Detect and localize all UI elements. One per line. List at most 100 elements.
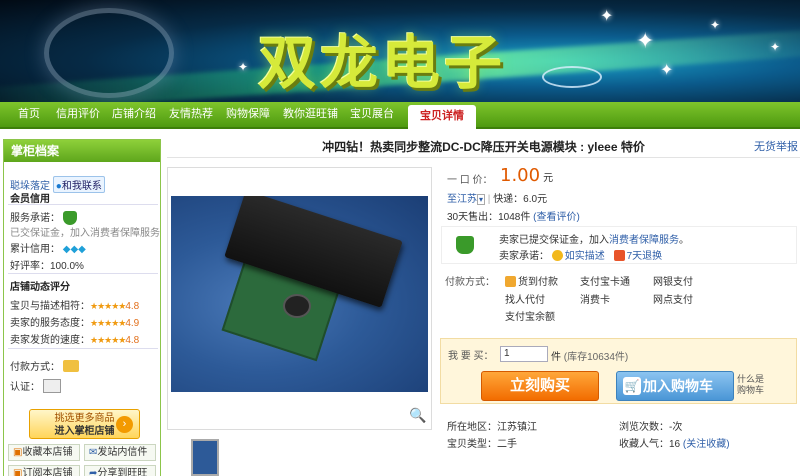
shipping-row: 至江苏 ▾ | 快递：6.0元 [447, 190, 547, 205]
payment-label: 付款方式： [10, 362, 60, 373]
ship-destination: 至江苏 [447, 194, 477, 205]
chevron-down-icon: ▾ [477, 194, 486, 205]
nav-shop-intro[interactable]: 店铺介绍 [112, 102, 156, 127]
credit-row: 累计信用： ◆◆◆ [10, 240, 86, 255]
send-message-button[interactable]: ✉发站内信件 [84, 444, 156, 461]
accurate-description-link[interactable]: 如实描述 [565, 251, 605, 262]
enter-shop-button[interactable]: 挑选更多商品 进入掌柜店铺 › [29, 409, 140, 439]
report-link[interactable]: 无货举报 [754, 138, 798, 154]
share-button[interactable]: ➦分享到旺旺 [84, 465, 156, 476]
nav-shop-guide[interactable]: 教你逛旺铺 [283, 102, 338, 127]
price-value: 1.00 元 [500, 165, 553, 186]
promise-row: 卖家承诺： 如实描述 7天退换 [499, 247, 662, 262]
credit-diamond-icon[interactable]: ◆◆◆ [63, 244, 86, 255]
banner-ring-decoration [44, 8, 174, 98]
service-label: 服务承诺： [10, 213, 60, 224]
star-icon: ✦ [636, 28, 655, 53]
ship-separator: | [487, 194, 491, 205]
consumer-protection-link[interactable]: 消费者保障服务 [609, 235, 679, 246]
type-value: 二手 [497, 439, 517, 450]
product-photo[interactable] [171, 196, 428, 392]
add-to-cart-label: 加入购物车 [643, 378, 713, 394]
rating-row-service: 卖家的服务态度：★★★★★4.9 [10, 314, 139, 329]
nav-showcase[interactable]: 宝贝展台 [350, 102, 394, 127]
ship-destination-select[interactable]: 至江苏 ▾ [447, 194, 486, 205]
contact-seller-button[interactable]: ●和我联系 [52, 176, 105, 193]
divider [8, 204, 158, 205]
rating-score: 4.8 [125, 301, 140, 312]
what-is-cart-link[interactable]: 什么是 购物车 [737, 374, 764, 396]
credit-title: 会员信用 [10, 194, 50, 205]
subscribe-shop-button[interactable]: ▣订阅本店铺 [8, 465, 80, 476]
arrow-right-icon: › [116, 416, 133, 433]
accurate-description-icon [551, 250, 563, 261]
divider [8, 273, 158, 274]
rating-row-description: 宝贝与描述相符：★★★★★4.8 [10, 297, 139, 312]
star-icon: ✦ [770, 40, 781, 54]
sidebar-header: 掌柜档案 [4, 140, 160, 162]
payment-cod: 货到付款 [505, 273, 558, 288]
auth-label: 认证： [10, 382, 40, 393]
type-label: 宝贝类型： [447, 439, 497, 450]
add-to-cart-button[interactable]: 🛒 加入购物车 [616, 371, 734, 401]
ship-method: 快递：6.0元 [493, 194, 548, 205]
view-reviews-link[interactable]: (查看评价) [533, 212, 580, 223]
favorite-shop-label: 收藏本店铺 [22, 447, 73, 458]
stock-count: (库存10634件) [563, 352, 629, 363]
what-is-line1: 什么是 [737, 374, 765, 384]
auth-row: 认证： [10, 378, 61, 393]
zoom-magnifier-icon[interactable]: 🔍 [409, 407, 427, 425]
positive-rate: 好评率：100.0% [10, 261, 84, 272]
shop-logo-title: 双龙电子 [258, 29, 507, 97]
follow-favorite-link[interactable]: (关注收藏) [683, 439, 730, 450]
star-icon: ✦ [238, 60, 249, 74]
quantity-input[interactable]: 1 [500, 346, 548, 362]
rating-label: 宝贝与描述相符： [10, 301, 90, 312]
inductor-coil [283, 294, 311, 318]
consumer-protection-icon [456, 236, 474, 254]
favorite-shop-button[interactable]: ▣收藏本店铺 [8, 444, 80, 461]
price-number: 1.00 [500, 165, 541, 186]
product-photo-box: 🔍 [167, 167, 432, 430]
quantity-label: 我 要 买： [448, 351, 494, 362]
payment-cod-label: 货到付款 [518, 277, 558, 288]
payment-method-icon[interactable] [62, 360, 79, 372]
nav-recommend[interactable]: 友情热荐 [169, 102, 213, 127]
rating-score: 4.8 [125, 335, 140, 346]
payment-netbank: 网银支付 [653, 277, 693, 288]
seven-day-return-link[interactable]: 7天退换 [627, 251, 663, 262]
star-icon: ✦ [710, 18, 721, 32]
sold-label: 30天售出： [447, 212, 499, 223]
deposit-note: 已交保证金，加入消费者保障服务 [10, 228, 160, 239]
payment-alipay-balance: 支付宝余额 [505, 312, 555, 323]
rating-stars-icon: ★★★★★ [90, 301, 126, 311]
payment-label: 付款方式： [445, 277, 495, 288]
payment-methods: 付款方式： 货到付款 支付宝卡通 网银支付 找人代付 消费卡 网点支付 支付宝余… [441, 266, 797, 336]
product-title: 冲四钻！热卖同步整流DC-DC降压开关电源模块 : yleee 特价 [322, 140, 645, 154]
purchase-box: 我 要 买： 1 件 (库存10634件) 立刻购买 🛒 加入购物车 什么是 购物… [440, 338, 797, 404]
payment-alipay-card: 支付宝卡通 [580, 277, 630, 288]
rating-row-shipping: 卖家发货的速度：★★★★★4.8 [10, 331, 139, 346]
credit-label: 累计信用： [10, 244, 60, 255]
guarantee-text-b: 。 [679, 235, 689, 246]
nav-shopping-guarantee[interactable]: 购物保障 [226, 102, 270, 127]
guarantee-text: 卖家已提交保证金，加入消费者保障服务。 [499, 231, 689, 246]
price-label: 一 口 价： [447, 175, 493, 186]
rating-label: 卖家发货的速度： [10, 335, 90, 346]
buy-now-button[interactable]: 立刻购买 [481, 371, 599, 401]
nav-credit-rating[interactable]: 信用评价 [56, 102, 100, 127]
views-row: 浏览次数：-次 [619, 418, 682, 433]
views-value: -次 [669, 422, 683, 433]
nav-home[interactable]: 首页 [18, 102, 40, 127]
sidebar-payment-row: 付款方式： [10, 358, 79, 373]
location-row: 所在地区：江苏镇江 [447, 418, 537, 433]
shop-banner: ✦ ✦ ✦ ✦ ✦ ✦ 双龙电子 [0, 0, 800, 102]
seller-profile-sidebar: 掌柜档案 聪垛落定 ●和我联系 会员信用 服务承诺： 已交保证金，加入消费者保障… [3, 139, 161, 476]
shop-nav-bar: 首页 信用评价 店铺介绍 友情热荐 购物保障 教你逛旺铺 宝贝展台 宝贝详情 [0, 102, 800, 129]
star-icon: ✦ [600, 8, 614, 25]
product-thumbnail[interactable] [191, 439, 219, 476]
verified-badge-icon[interactable] [42, 379, 61, 393]
sold-row: 30天售出：1048件 (查看评价) [447, 208, 580, 223]
nav-item-detail[interactable]: 宝贝详情 [408, 105, 476, 129]
favorite-label: 收藏人气： [619, 439, 669, 450]
